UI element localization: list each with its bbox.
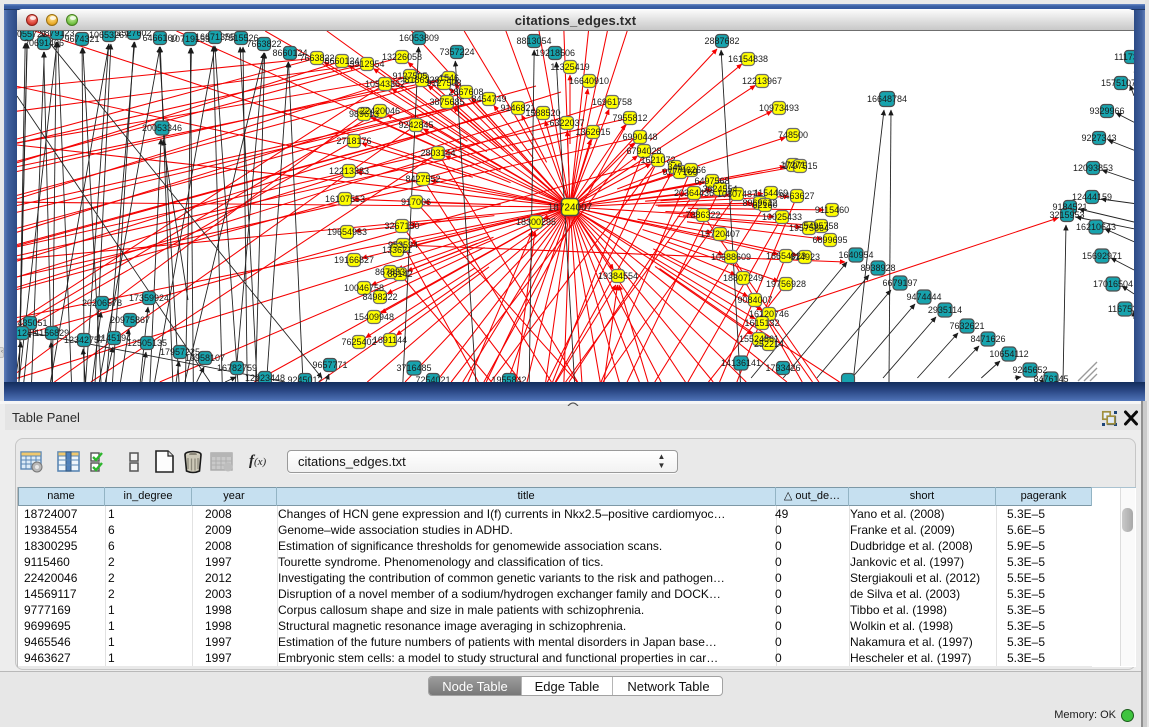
svg-text:9657771: 9657771 xyxy=(312,360,347,370)
svg-text:20206578: 20206578 xyxy=(82,298,122,308)
svg-text:18300295: 18300295 xyxy=(516,217,556,227)
svg-text:8938928: 8938928 xyxy=(860,263,895,273)
svg-text:748500: 748500 xyxy=(778,130,808,140)
svg-text:20691406: 20691406 xyxy=(24,38,64,48)
svg-text:19575864: 19575864 xyxy=(789,223,829,233)
svg-text:20364436: 20364436 xyxy=(674,188,714,198)
svg-text:9474444: 9474444 xyxy=(906,292,941,302)
svg-text:12213967: 12213967 xyxy=(742,76,782,86)
svg-text:16640910: 16640910 xyxy=(569,76,609,86)
svg-text:15720407: 15720407 xyxy=(700,229,740,239)
svg-text:16648784: 16648784 xyxy=(867,94,907,104)
svg-text:16782759: 16782759 xyxy=(217,363,257,373)
svg-text:10807487: 10807487 xyxy=(717,189,757,199)
svg-text:989613: 989613 xyxy=(349,109,379,119)
svg-text:7632621: 7632621 xyxy=(949,321,984,331)
svg-text:746266: 746266 xyxy=(676,165,706,175)
svg-text:1362615: 1362615 xyxy=(575,127,610,137)
svg-text:12923448: 12923448 xyxy=(245,373,285,382)
svg-text:1691144: 1691144 xyxy=(373,335,407,345)
svg-text:16154838: 16154838 xyxy=(728,54,768,64)
svg-text:19384554: 19384554 xyxy=(598,271,638,281)
svg-text:19958107: 19958107 xyxy=(185,353,225,363)
svg-text:8498222: 8498222 xyxy=(362,292,397,302)
svg-text:1588520: 1588520 xyxy=(525,108,560,118)
svg-text:10654112: 10654112 xyxy=(989,349,1028,359)
svg-text:9242845: 9242845 xyxy=(398,120,433,130)
svg-text:133621: 133621 xyxy=(382,245,412,255)
svg-text:7254021: 7254021 xyxy=(415,375,450,382)
svg-text:12444159: 12444159 xyxy=(1072,192,1112,202)
svg-text:15751074: 15751074 xyxy=(1101,78,1134,88)
svg-text:3267130: 3267130 xyxy=(384,221,419,231)
svg-text:1117334: 1117334 xyxy=(1114,52,1134,62)
svg-text:9329966: 9329966 xyxy=(1089,106,1124,116)
svg-text:3215953: 3215953 xyxy=(1049,210,1084,220)
svg-text:3875685: 3875685 xyxy=(429,97,464,107)
svg-text:1955842: 1955842 xyxy=(491,375,526,382)
svg-text:2887682: 2887682 xyxy=(704,36,739,46)
svg-text:2718176: 2718176 xyxy=(336,136,371,146)
svg-text:7625402: 7625402 xyxy=(341,337,376,347)
svg-text:20053346: 20053346 xyxy=(142,123,182,133)
svg-text:7386322: 7386322 xyxy=(685,210,720,220)
svg-text:917006: 917006 xyxy=(401,197,431,207)
svg-text:8427552: 8427552 xyxy=(405,174,440,184)
svg-text:9227343: 9227343 xyxy=(1081,133,1116,143)
svg-text:7357224: 7357224 xyxy=(439,47,474,57)
svg-text:10688609: 10688609 xyxy=(711,252,751,262)
svg-text:9245012: 9245012 xyxy=(287,375,322,382)
svg-text:10973493: 10973493 xyxy=(759,103,799,113)
svg-text:19756928: 19756928 xyxy=(766,279,806,289)
svg-text:252214: 252214 xyxy=(754,339,784,349)
svg-text:6990448: 6990448 xyxy=(622,132,657,142)
svg-text:10025433: 10025433 xyxy=(762,212,802,222)
svg-text:20975867: 20975867 xyxy=(110,315,150,325)
svg-text:10543362: 10543362 xyxy=(365,79,405,89)
svg-text:8813054: 8813054 xyxy=(516,36,551,46)
svg-text:19218506: 19218506 xyxy=(535,48,575,58)
svg-text:3716485: 3716485 xyxy=(396,363,431,373)
svg-text:3912954: 3912954 xyxy=(349,59,384,69)
svg-text:16053809: 16053809 xyxy=(399,33,439,43)
svg-text:13226058: 13226058 xyxy=(382,52,422,62)
svg-text:19166827: 19166827 xyxy=(334,255,374,265)
svg-text:14136141: 14136141 xyxy=(721,358,761,368)
svg-text:17016504: 17016504 xyxy=(1093,279,1133,289)
svg-text:17359924: 17359924 xyxy=(129,293,169,303)
svg-text:1733426: 1733426 xyxy=(765,363,800,373)
svg-text:15409948: 15409948 xyxy=(354,312,394,322)
svg-text:867833: 867833 xyxy=(375,267,405,277)
svg-text:16210643: 16210643 xyxy=(1076,222,1116,232)
svg-text:8471626: 8471626 xyxy=(970,334,1005,344)
svg-text:12213383: 12213383 xyxy=(329,166,369,176)
svg-text:16107553: 16107553 xyxy=(325,194,365,204)
svg-text:16961758: 16961758 xyxy=(592,97,632,107)
svg-text:9463627: 9463627 xyxy=(779,191,814,201)
svg-text:62160: 62160 xyxy=(752,200,777,210)
svg-text:1167534: 1167534 xyxy=(1108,304,1134,314)
svg-text:1435051: 1435051 xyxy=(17,318,48,328)
svg-text:1797515: 1797515 xyxy=(782,161,817,171)
svg-text:15692971: 15692971 xyxy=(1082,251,1122,261)
svg-text:6899695: 6899695 xyxy=(812,235,847,245)
svg-text:614923: 614923 xyxy=(790,252,820,262)
svg-text:2935114: 2935114 xyxy=(928,305,962,315)
svg-text:9084007: 9084007 xyxy=(737,295,772,305)
svg-text:2803144: 2803144 xyxy=(420,148,455,158)
svg-text:11325419: 11325419 xyxy=(550,62,589,72)
svg-text:6679197: 6679197 xyxy=(882,278,917,288)
svg-text:8476145: 8476145 xyxy=(1033,374,1068,382)
svg-text:1640954: 1640954 xyxy=(838,250,873,260)
svg-text:18807249: 18807249 xyxy=(723,273,763,283)
svg-text:7955812: 7955812 xyxy=(612,113,647,123)
svg-text:9115460: 9115460 xyxy=(815,205,849,215)
svg-text:19654983: 19654983 xyxy=(327,227,367,237)
svg-text:1615132: 1615132 xyxy=(744,318,779,328)
svg-text:18724007: 18724007 xyxy=(548,203,593,214)
svg-text:12093853: 12093853 xyxy=(1073,163,1113,173)
